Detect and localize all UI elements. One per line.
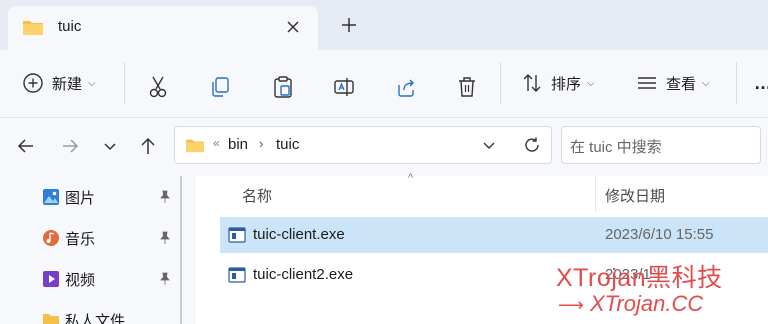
column-divider[interactable] bbox=[595, 176, 596, 212]
tab-tuic[interactable]: tuic bbox=[8, 6, 318, 50]
close-icon[interactable] bbox=[281, 15, 305, 39]
watermark-url-text: XTrojan.CC bbox=[589, 291, 704, 316]
music-icon bbox=[43, 230, 59, 246]
sidebar-item-pictures[interactable]: 图片 bbox=[0, 178, 196, 216]
view-button[interactable]: 查看 ⌵ bbox=[636, 66, 710, 100]
sort-button[interactable]: 排序 ⌵ bbox=[521, 66, 595, 100]
new-label: 新建 bbox=[52, 75, 83, 93]
column-header-date[interactable]: 修改日期 bbox=[605, 185, 665, 206]
share-icon[interactable] bbox=[395, 70, 417, 104]
file-name: tuic-client2.exe bbox=[253, 266, 354, 283]
up-icon[interactable] bbox=[136, 134, 160, 158]
refresh-icon[interactable] bbox=[523, 136, 541, 154]
delete-icon[interactable] bbox=[456, 70, 478, 104]
executable-icon bbox=[228, 227, 246, 243]
divider bbox=[736, 62, 737, 104]
pin-icon[interactable] bbox=[158, 272, 172, 286]
divider bbox=[124, 62, 125, 104]
more-options-button[interactable]: … bbox=[754, 66, 768, 100]
pin-icon[interactable] bbox=[158, 190, 172, 204]
watermark-text: XTrojan黑科技 bbox=[556, 264, 723, 292]
divider bbox=[500, 62, 501, 104]
sidebar-item-label: 音乐 bbox=[65, 231, 96, 248]
plus-circle-icon bbox=[23, 73, 43, 93]
add-tab-icon[interactable] bbox=[338, 14, 360, 36]
navigation-scrollbar[interactable] bbox=[180, 176, 182, 324]
pin-icon[interactable] bbox=[158, 231, 172, 245]
chevron-down-icon: ⌵ bbox=[702, 77, 710, 89]
breadcrumb-separator[interactable]: › bbox=[259, 136, 263, 151]
chevron-down-icon[interactable] bbox=[481, 137, 497, 153]
chevron-down-icon: ⌵ bbox=[88, 77, 96, 89]
tab-strip: tuic bbox=[0, 0, 768, 50]
arrow-icon: ⟶ bbox=[558, 295, 584, 315]
new-button[interactable]: 新建 ⌵ bbox=[22, 66, 96, 100]
chevron-down-icon: ⌵ bbox=[587, 77, 595, 89]
file-row[interactable]: tuic-client.exe 2023/6/10 15:55 bbox=[220, 217, 768, 253]
command-bar: 新建 ⌵ 排序 ⌵ 查看 ⌵ bbox=[0, 50, 768, 118]
sidebar-item-label: 图片 bbox=[65, 190, 96, 207]
rename-icon[interactable] bbox=[333, 70, 355, 104]
sidebar-item-private-files[interactable]: 私人文件 bbox=[0, 301, 196, 324]
tab-title: tuic bbox=[58, 18, 82, 35]
address-bar[interactable]: « bin › tuic bbox=[174, 126, 552, 164]
watermark-url: ⟶ XTrojan.CC bbox=[558, 291, 703, 317]
breadcrumb-bin[interactable]: bin bbox=[228, 136, 248, 153]
forward-icon[interactable] bbox=[58, 134, 82, 158]
sort-ascending-icon: ^ bbox=[408, 172, 414, 184]
sort-label: 排序 bbox=[551, 75, 582, 93]
copy-icon[interactable] bbox=[209, 70, 231, 104]
view-label: 查看 bbox=[666, 75, 697, 93]
sidebar-item-music[interactable]: 音乐 bbox=[0, 219, 196, 257]
search-input[interactable]: 在 tuic 中搜索 bbox=[561, 126, 761, 164]
overflow-icon[interactable]: « bbox=[213, 136, 220, 150]
back-icon[interactable] bbox=[14, 134, 38, 158]
file-name: tuic-client.exe bbox=[253, 226, 345, 243]
paste-icon[interactable] bbox=[272, 70, 294, 104]
file-date: 2023/6/10 15:55 bbox=[605, 226, 714, 243]
sidebar-item-videos[interactable]: 视频 bbox=[0, 260, 196, 298]
sort-icon bbox=[523, 74, 541, 92]
videos-icon bbox=[43, 271, 59, 287]
folder-icon bbox=[23, 21, 43, 35]
sidebar-item-label: 私人文件 bbox=[65, 313, 126, 324]
executable-icon bbox=[228, 267, 246, 283]
navigation-pane: 图片 音乐 视频 私人文件 bbox=[0, 176, 196, 324]
breadcrumb-tuic[interactable]: tuic bbox=[276, 136, 299, 153]
folder-icon bbox=[43, 314, 59, 324]
sidebar-item-label: 视频 bbox=[65, 272, 96, 289]
view-list-icon bbox=[638, 77, 656, 89]
address-row: « bin › tuic 在 tuic 中搜索 bbox=[0, 118, 768, 176]
folder-icon bbox=[186, 139, 204, 153]
column-header-name[interactable]: 名称 bbox=[242, 185, 272, 206]
cut-icon[interactable] bbox=[147, 70, 169, 104]
recent-locations-icon[interactable] bbox=[98, 134, 122, 158]
pictures-icon bbox=[43, 189, 59, 205]
